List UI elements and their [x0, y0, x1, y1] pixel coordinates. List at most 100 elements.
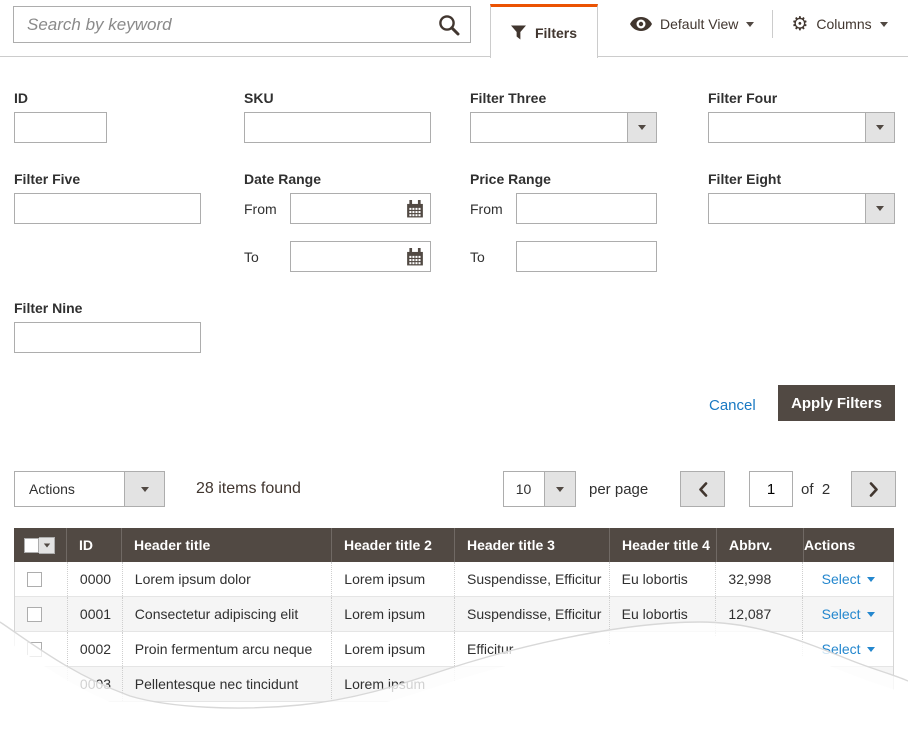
page-total: of 2 — [801, 481, 830, 498]
filter-eight-value — [709, 194, 864, 223]
per-page-value: 10 — [504, 472, 543, 506]
cell-col3: Efficitur — [455, 632, 610, 666]
filter-five-input[interactable] — [15, 194, 200, 223]
cell-actions: Select — [803, 562, 893, 596]
previous-page-button[interactable] — [680, 471, 725, 507]
filter-eight-select[interactable] — [708, 193, 895, 224]
header-title-4[interactable]: Header title 4 — [610, 528, 717, 562]
chevron-down-icon — [141, 487, 149, 492]
columns-caret-icon — [880, 22, 888, 27]
cancel-button[interactable]: Cancel — [701, 393, 764, 418]
row-checkbox[interactable] — [27, 677, 42, 692]
cell-col2: Lorem ipsum — [332, 597, 455, 631]
cell-title: Consectetur adipiscing elit — [123, 597, 333, 631]
chevron-down-icon — [556, 487, 564, 492]
cell-col3: Suspendisse, Efficitur — [455, 562, 610, 596]
header-title-2[interactable]: Header title 2 — [332, 528, 455, 562]
header-actions: Actions — [804, 528, 894, 562]
date-to-field — [290, 241, 431, 272]
filter-nine-label: Filter Nine — [14, 300, 82, 316]
default-view-control[interactable]: Default View — [612, 16, 772, 32]
search-input[interactable] — [27, 7, 427, 42]
cell-title: Lorem ipsum dolor — [123, 562, 333, 596]
cell-col2: Lorem ipsum — [332, 667, 455, 701]
tab-filters[interactable]: Filters — [490, 4, 598, 58]
row-checkbox[interactable] — [27, 607, 42, 622]
per-page-select[interactable]: 10 — [503, 471, 576, 507]
row-checkbox[interactable] — [27, 642, 42, 657]
calendar-icon[interactable] — [406, 248, 424, 266]
chevron-down-icon — [876, 125, 884, 130]
cell-col2: Lorem ipsum — [332, 632, 455, 666]
cell-abbrv: 12,087 — [716, 597, 803, 631]
actions-select[interactable]: Actions — [14, 471, 165, 507]
grid-view-controls: Default View ⚙ Columns — [612, 0, 906, 48]
header-title[interactable]: Header title — [122, 528, 332, 562]
filter-nine-input[interactable] — [15, 323, 200, 352]
default-view-caret-icon — [746, 22, 754, 27]
search-icon[interactable] — [438, 14, 460, 36]
cell-col3: Suspendisse, Efficitur — [455, 597, 610, 631]
eye-icon — [630, 17, 652, 31]
table-body: 0000Lorem ipsum dolorLorem ipsumSuspendi… — [14, 562, 894, 702]
cell-actions: Select — [803, 597, 893, 631]
cell-col4: Eu lobortis — [610, 597, 717, 631]
columns-control[interactable]: ⚙ Columns — [773, 15, 905, 34]
filter-eight-dropdown-button[interactable] — [865, 194, 894, 223]
filter-id-field — [14, 112, 107, 143]
filter-three-dropdown-button[interactable] — [627, 113, 656, 142]
chevron-down-icon — [876, 206, 884, 211]
cell-id: 0000 — [68, 562, 123, 596]
filter-eight-label: Filter Eight — [708, 171, 781, 187]
filter-sku-input[interactable] — [245, 113, 430, 142]
price-to-label: To — [470, 249, 485, 265]
cell-abbrv — [716, 667, 803, 701]
cell-col4 — [610, 632, 717, 666]
header-checkbox-cell — [14, 528, 67, 562]
filter-four-dropdown-button[interactable] — [865, 113, 894, 142]
next-page-button[interactable] — [851, 471, 896, 507]
table-row: 0002Proin fermentum arcu nequeLorem ipsu… — [15, 632, 893, 667]
date-from-label: From — [244, 201, 277, 217]
cell-title: Pellentesque nec tincidunt — [123, 667, 333, 701]
keyword-search — [13, 6, 471, 43]
row-select-action[interactable]: Select — [822, 571, 861, 587]
price-to-input[interactable] — [517, 242, 656, 271]
header-title-3[interactable]: Header title 3 — [455, 528, 610, 562]
apply-filters-button[interactable]: Apply Filters — [778, 385, 895, 421]
per-page-dropdown-button[interactable] — [544, 472, 575, 506]
filter-five-field — [14, 193, 201, 224]
filter-four-select[interactable] — [708, 112, 895, 143]
filter-sku-field — [244, 112, 431, 143]
per-page-label: per page — [589, 481, 648, 498]
header-abbrv[interactable]: Abbrv. — [717, 528, 804, 562]
cell-actions — [803, 667, 893, 701]
select-all-checkbox[interactable] — [24, 538, 39, 553]
filter-id-label: ID — [14, 90, 28, 106]
chevron-left-icon — [698, 482, 708, 497]
actions-dropdown-button[interactable] — [124, 472, 164, 506]
cell-abbrv: 32,998 — [716, 562, 803, 596]
chevron-down-icon — [43, 543, 49, 547]
select-caret-icon — [867, 577, 875, 582]
items-found-count: 28 items found — [196, 480, 301, 498]
row-select-action[interactable]: Select — [822, 606, 861, 622]
header-id[interactable]: ID — [67, 528, 122, 562]
columns-label: Columns — [816, 16, 871, 32]
filter-three-select[interactable] — [470, 112, 657, 143]
filter-id-input[interactable] — [15, 113, 106, 142]
select-all-dropdown[interactable] — [39, 537, 55, 554]
row-checkbox-cell — [15, 632, 68, 666]
select-caret-icon — [867, 647, 875, 652]
price-from-input[interactable] — [517, 194, 656, 223]
cell-actions: Select — [803, 632, 893, 666]
page-number-input[interactable] — [750, 472, 792, 506]
row-select-action[interactable]: Select — [822, 641, 861, 657]
actions-select-value: Actions — [15, 472, 123, 506]
filter-funnel-icon — [511, 25, 526, 40]
filter-three-label: Filter Three — [470, 90, 546, 106]
cell-id: 0003 — [68, 667, 123, 701]
filter-four-label: Filter Four — [708, 90, 777, 106]
calendar-icon[interactable] — [406, 200, 424, 218]
row-checkbox[interactable] — [27, 572, 42, 587]
